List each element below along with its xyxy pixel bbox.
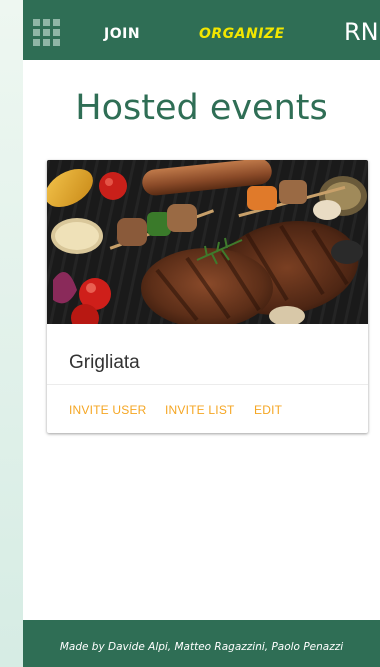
page-title: Hosted events bbox=[75, 88, 328, 128]
grid-menu-icon[interactable] bbox=[33, 19, 60, 46]
event-card: INVITE USER INVITE LIST EDIT bbox=[47, 160, 368, 433]
brand-logo[interactable]: RN bbox=[344, 18, 379, 46]
invite-list-button[interactable]: INVITE LIST bbox=[165, 403, 235, 417]
event-title[interactable]: Grigliata bbox=[69, 352, 140, 374]
nav-organize-link[interactable]: ORGANIZE bbox=[199, 26, 285, 42]
top-navbar: JOIN ORGANIZE RN bbox=[23, 0, 380, 60]
event-image bbox=[47, 160, 368, 324]
footer: Made by Davide Alpi, Matteo Ragazzini, P… bbox=[23, 620, 380, 667]
background-strip bbox=[0, 0, 23, 667]
app-window: JOIN ORGANIZE RN Hosted events INVITE US… bbox=[23, 0, 380, 667]
edit-button[interactable]: EDIT bbox=[254, 403, 282, 417]
invite-user-button[interactable]: INVITE USER bbox=[69, 403, 147, 417]
card-divider bbox=[47, 384, 368, 385]
footer-credits: Made by Davide Alpi, Matteo Ragazzini, P… bbox=[59, 641, 344, 653]
nav-join-link[interactable]: JOIN bbox=[104, 26, 140, 42]
